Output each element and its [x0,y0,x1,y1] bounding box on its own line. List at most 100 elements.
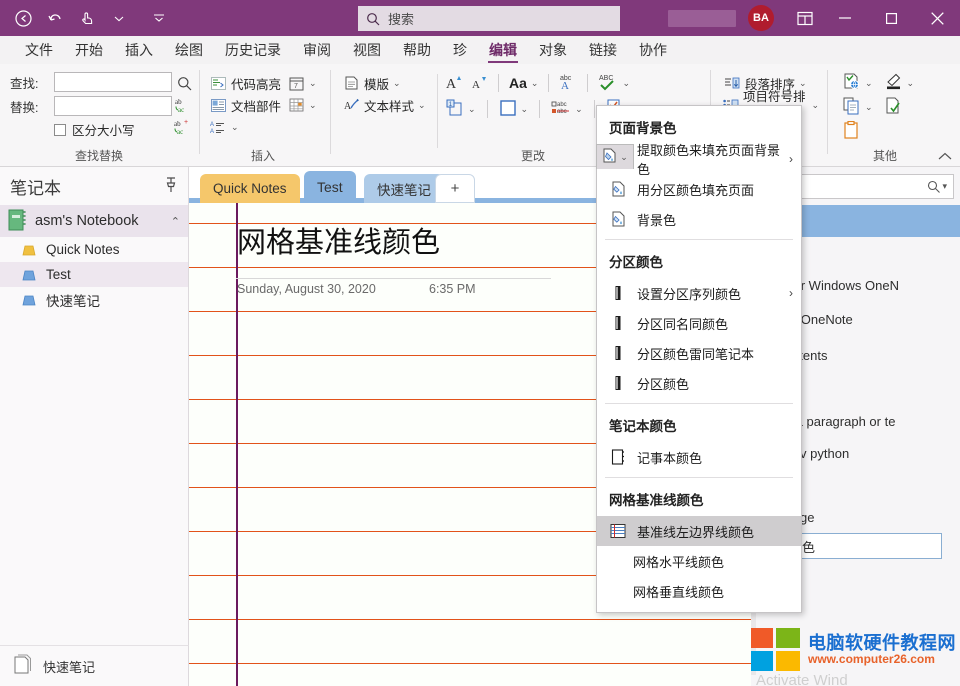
chevron-down-icon[interactable]: ⌄ [521,104,529,115]
chevron-down-icon[interactable] [104,4,134,32]
calendar-button[interactable]: 7 ⌄ [284,72,320,94]
chevron-down-icon[interactable]: ⌄ [393,78,401,89]
search-box[interactable]: 搜索 [358,6,620,31]
text-style-button[interactable]: A 文本样式 ⌄ [339,94,429,116]
section-tab-kuaisubiji[interactable]: 快速笔记 [364,174,444,203]
tab-file[interactable]: 文件 [14,36,64,64]
maximize-button[interactable] [868,0,914,36]
menu-item-notebook-color[interactable]: 记事本颜色 [597,442,801,472]
paragraph-list-button[interactable]: AA ⌄ [206,116,326,138]
sidebar-footer[interactable]: 快速笔记 [0,645,189,686]
chevron-down-icon[interactable]: ⌄ [309,100,317,111]
numbering-icon: 1 [446,99,464,120]
sidebar-item-test[interactable]: Test [0,262,188,287]
menu-item-label: 用分区颜色填充页面 [637,182,755,198]
page-title[interactable]: 网格基准线颜色 [237,228,440,257]
tab-collab[interactable]: 协作 [628,36,678,64]
chevron-up-icon[interactable]: ⌃ [171,215,180,228]
menu-item-background-color[interactable]: 背景色 [597,204,801,234]
tab-home[interactable]: 开始 [64,36,114,64]
chevron-down-icon[interactable]: ⌄ [231,122,239,133]
section-tab-test[interactable]: Test [304,171,356,203]
find-buttons: ab ac ab + ac [172,72,196,138]
ribbon-display-options-icon[interactable] [788,0,822,36]
back-arrow-icon[interactable] [8,4,38,32]
tab-edit[interactable]: 编辑 [478,36,528,64]
replace-all-icon[interactable]: ab + ac [172,116,196,138]
minimize-button[interactable] [822,0,868,36]
add-section-button[interactable]: + [435,174,475,203]
ribbon-group-insert: 代码高亮 7 ⌄ 文档部件 ⌄ A A ⌄ 插入 [200,64,326,167]
chevron-down-icon[interactable]: ⌄ [418,100,426,111]
table-button[interactable]: ⌄ [284,94,320,116]
border-button[interactable]: ⌄ [496,98,532,120]
menu-item-baseline-left-border-color[interactable]: 基准线左边界线颜色 [597,516,801,546]
touch-mode-icon[interactable] [72,4,102,32]
chevron-down-icon[interactable]: ⌄ [865,102,873,113]
chevron-down-icon[interactable]: ⌄ [620,152,628,163]
sidebar-item-quick-notes-cn[interactable]: 快速笔记 [0,287,188,312]
section-color-icon [609,344,627,362]
avatar[interactable]: BA [748,5,774,31]
svg-text:abc: abc [557,102,567,108]
numbering-button[interactable]: 1 ⌄ [443,98,479,120]
search-icon[interactable] [172,72,196,94]
menu-item-section-color-same-as-notebook[interactable]: 分区颜色雷同笔记本 [597,338,801,368]
match-case-checkbox[interactable] [54,123,66,136]
replace-icon[interactable]: ab ac [172,94,196,116]
close-button[interactable] [914,0,960,36]
pin-icon[interactable] [164,176,178,196]
search-input[interactable]: 搜索 [388,9,414,28]
tab-link[interactable]: 链接 [578,36,628,64]
highlighter-button[interactable]: ⌄ [882,72,918,94]
notebook-row[interactable]: asm's Notebook ⌃ [0,205,188,237]
tab-view[interactable]: 视图 [342,36,392,64]
tab-history[interactable]: 历史记录 [214,36,292,64]
copy-button[interactable]: ⌄ [840,96,876,118]
chevron-down-icon[interactable]: ⌄ [865,78,873,89]
menu-item-section-color[interactable]: 分区颜色 [597,368,801,398]
sidebar-item-quick-notes[interactable]: Quick Notes [0,237,188,262]
tab-draw[interactable]: 绘图 [164,36,214,64]
strike-list-button[interactable]: abc abc ⌄ [548,98,586,120]
shrink-font-button[interactable]: A [469,72,491,94]
chevron-down-icon[interactable]: ⌄ [309,78,317,89]
tab-zhen[interactable]: 珍 [442,36,478,64]
grow-font-button[interactable]: A [443,72,467,94]
menu-item-grid-horizontal-line-color[interactable]: 网格水平线颜色 [597,546,801,576]
menu-item-set-section-sequence-color[interactable]: 设置分区序列颜色 › [597,278,801,308]
spelling-abc-button[interactable]: abc A [556,72,580,94]
chevron-down-icon[interactable]: ⌄ [575,104,583,115]
qat-overflow-icon[interactable] [144,4,174,32]
tab-review[interactable]: 审阅 [292,36,342,64]
notebook-color-icon [609,448,627,466]
paste-button[interactable] [840,120,938,142]
chevron-down-icon[interactable]: ▾ [942,181,947,192]
collapse-ribbon-button[interactable] [938,150,952,164]
chevron-down-icon[interactable]: ⌄ [622,78,630,89]
translate-page-button[interactable]: ⌄ [840,72,876,94]
chevron-down-icon[interactable]: ⌄ [531,78,539,89]
svg-text:A: A [210,129,214,134]
page-color-button[interactable]: ⌄ [596,144,634,169]
menu-item-fill-page-with-section-color[interactable]: 用分区颜色填充页面 [597,174,801,204]
document-parts-button[interactable]: 文档部件 [206,94,284,116]
tab-object[interactable]: 对象 [528,36,578,64]
template-button[interactable]: 模版 ⌄ [339,72,404,94]
tab-insert[interactable]: 插入 [114,36,164,64]
section-tab-quick-notes[interactable]: Quick Notes [200,174,300,203]
code-highlight-button[interactable]: 代码高亮 [206,72,284,94]
spell-check-button[interactable]: ABC ⌄ [595,72,633,94]
page-check-button[interactable] [882,96,906,118]
page-search-icons[interactable]: ▾ [927,180,947,193]
menu-item-grid-vertical-line-color[interactable]: 网格垂直线颜色 [597,576,801,606]
chevron-down-icon[interactable]: ⌄ [468,104,476,115]
replace-input[interactable] [54,96,172,116]
chevron-down-icon[interactable]: ⌄ [907,78,915,89]
undo-icon[interactable] [40,4,70,32]
chevron-down-icon[interactable]: ⌄ [811,100,819,111]
change-case-button[interactable]: Aa ⌄ [506,72,541,94]
find-input[interactable] [54,72,172,92]
tab-help[interactable]: 帮助 [392,36,442,64]
menu-item-same-name-same-color[interactable]: 分区同名同颜色 [597,308,801,338]
